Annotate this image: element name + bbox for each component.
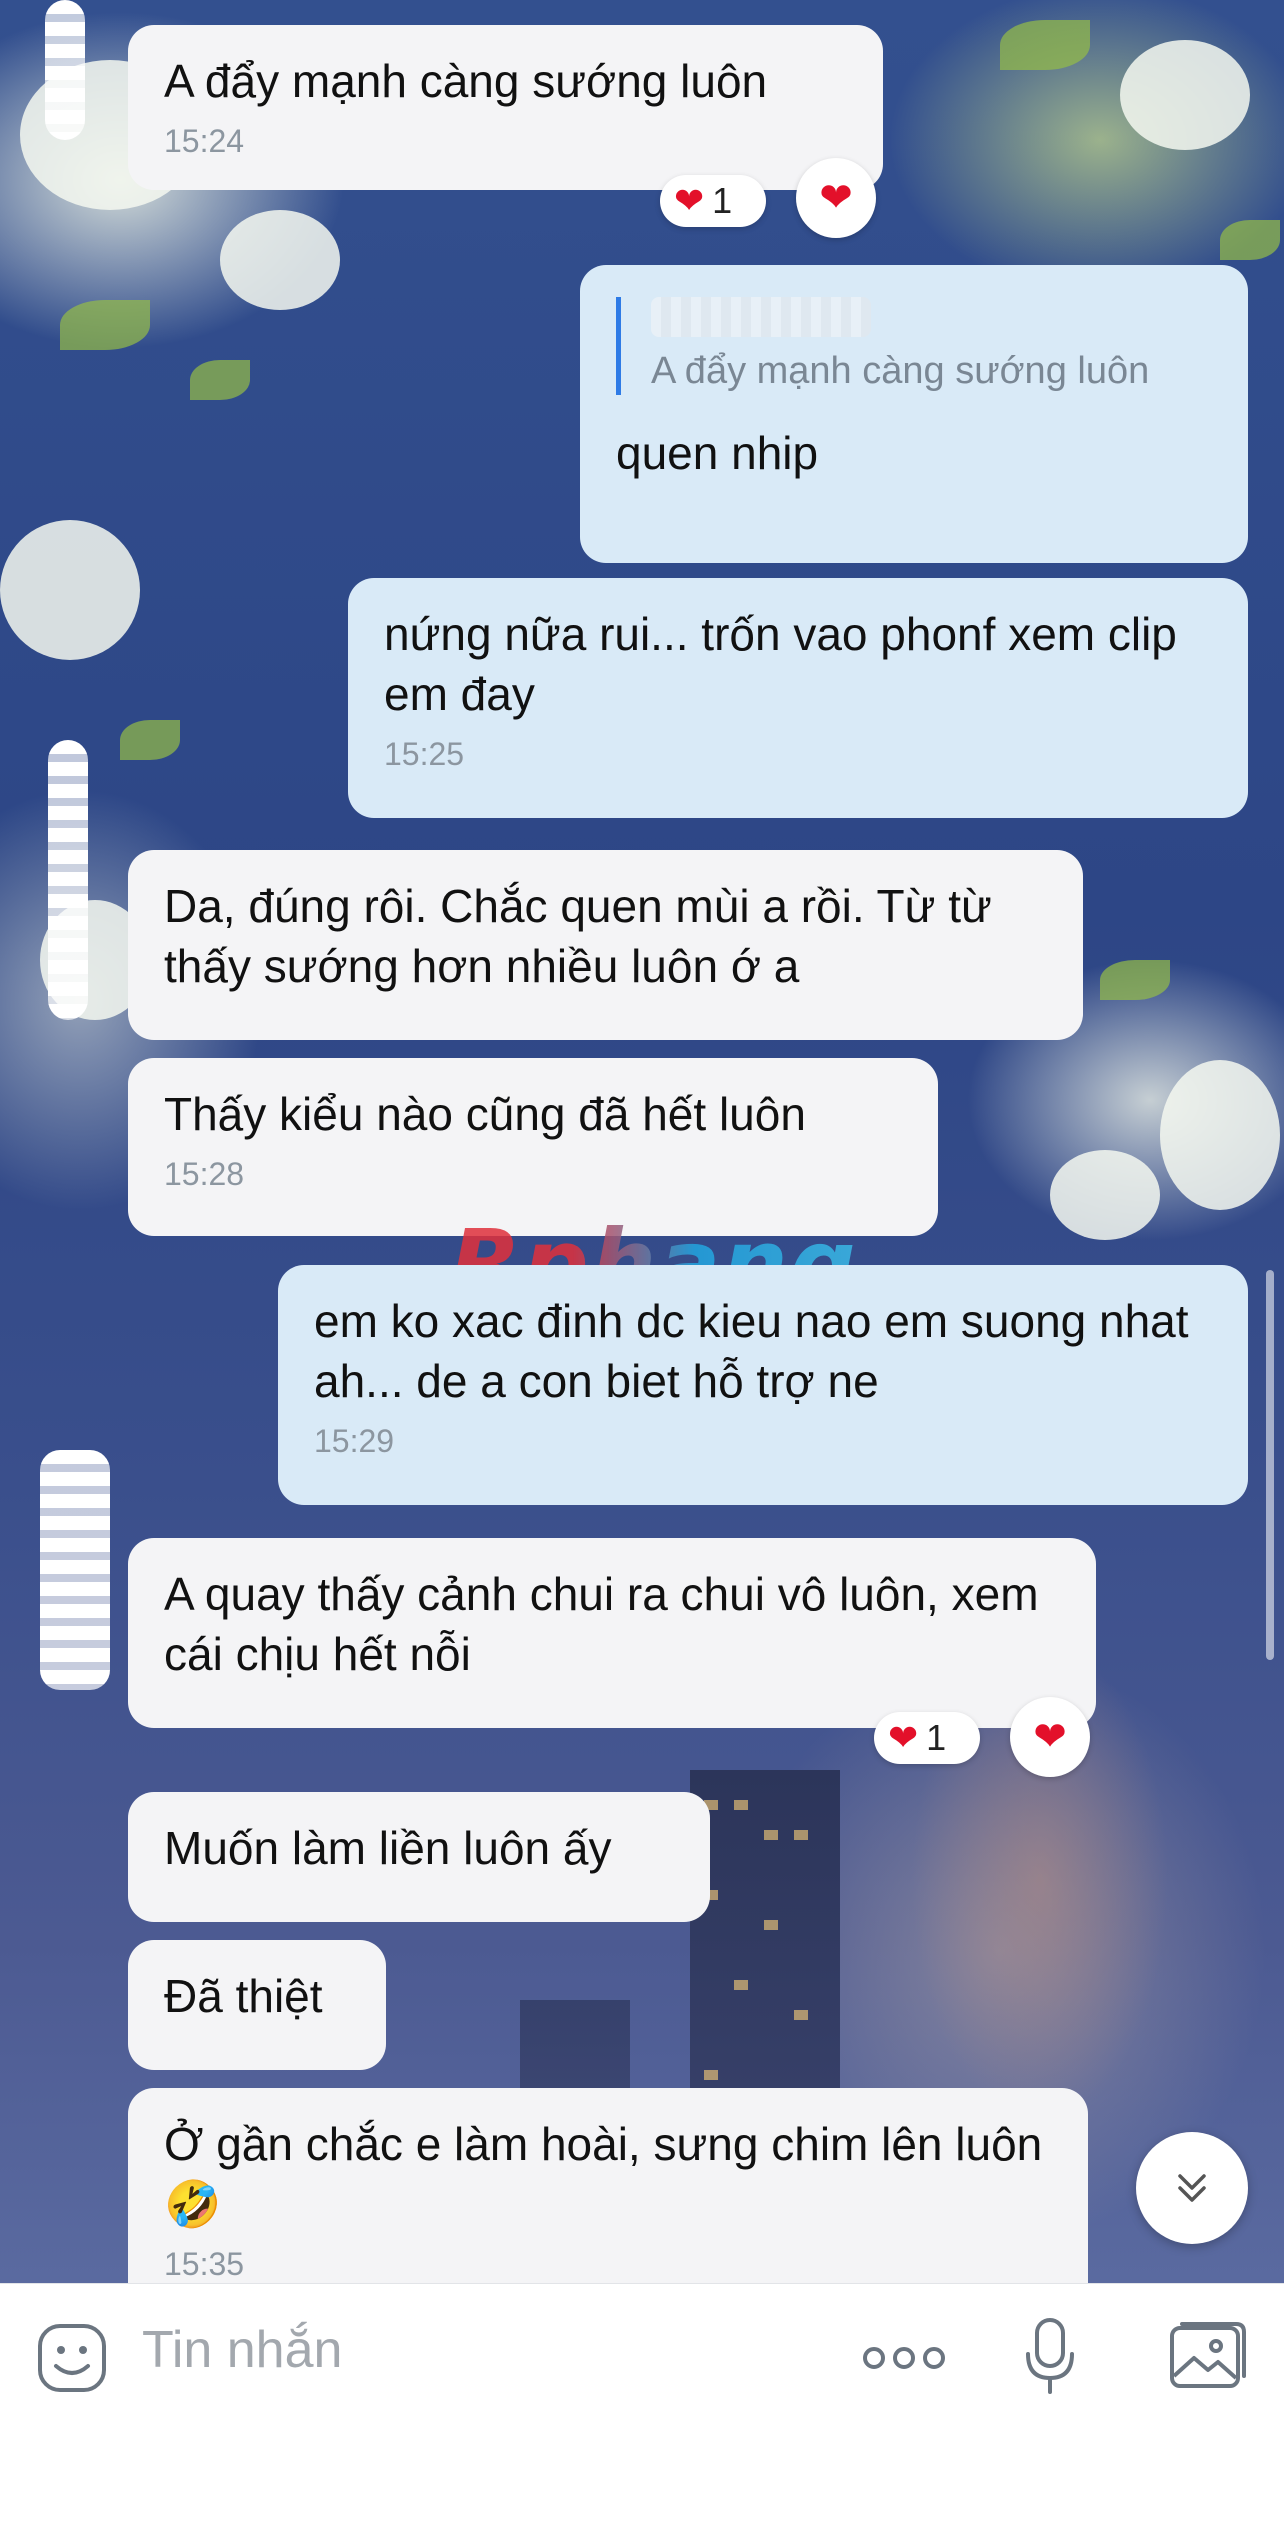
message-bubble-incoming[interactable]: Ở gần chắc e làm hoài, sưng chim lên luô… (128, 2088, 1088, 2283)
scroll-to-bottom-button[interactable] (1136, 2132, 1248, 2244)
message-bubble-incoming[interactable]: Muốn làm liền luôn ấy (128, 1792, 710, 1922)
message-bubble-outgoing[interactable]: nứng nữa rui... trốn vao phonf xem clip … (348, 578, 1248, 818)
message-time: 15:24 (164, 123, 245, 159)
react-button[interactable]: ❤ (796, 158, 876, 238)
more-icon (863, 2347, 945, 2369)
message-time: 15:28 (164, 1156, 245, 1192)
reaction-count-value: 1 (926, 1717, 947, 1758)
message-text: Đã thiệt (164, 1970, 323, 2022)
message-text: A quay thấy cảnh chui ra chui vô luôn, x… (164, 1568, 1039, 1680)
message-text: em ko xac đinh dc kieu nao em suong nhat… (314, 1295, 1189, 1407)
message-text: Ở gần chắc e làm hoài, sưng chim lên luô… (164, 2118, 1043, 2230)
avatar[interactable] (48, 740, 88, 1020)
message-bubble-outgoing[interactable]: A đẩy mạnh càng sướng luôn quen nhip (580, 265, 1248, 563)
react-button[interactable]: ❤ (1010, 1697, 1090, 1777)
message-composer: Tin nhắn (0, 2283, 1284, 2528)
message-bubble-incoming[interactable]: A đẩy mạnh càng sướng luôn 15:24 (128, 25, 883, 190)
reaction-count[interactable]: ❤ 1 (660, 175, 766, 227)
message-text: nứng nữa rui... trốn vao phonf xem clip … (384, 608, 1177, 720)
message-text: A đẩy mạnh càng sướng luôn (164, 55, 768, 107)
message-text: Muốn làm liền luôn ấy (164, 1822, 612, 1874)
message-text: Thấy kiểu nào cũng đã hết luôn (164, 1088, 806, 1140)
message-input[interactable]: Tin nhắn (142, 2320, 342, 2380)
quoted-sender-redacted (651, 297, 871, 337)
message-time: 15:25 (384, 736, 465, 772)
heart-icon: ❤ (888, 1717, 919, 1758)
more-button[interactable] (862, 2340, 946, 2381)
quoted-message[interactable]: A đẩy mạnh càng sướng luôn (616, 297, 1212, 395)
avatar[interactable] (45, 0, 85, 140)
microphone-icon (1026, 2318, 1074, 2394)
message-time: 15:29 (314, 1423, 395, 1459)
sticker-button[interactable] (36, 2322, 108, 2399)
quoted-text: A đẩy mạnh càng sướng luôn (651, 350, 1150, 392)
image-button[interactable] (1168, 2320, 1248, 2397)
message-bubble-incoming[interactable]: A quay thấy cảnh chui ra chui vô luôn, x… (128, 1538, 1096, 1728)
avatar[interactable] (40, 1450, 110, 1690)
heart-icon: ❤ (674, 180, 705, 221)
message-text: Da, đúng rôi. Chắc quen mùi a rồi. Từ từ… (164, 880, 992, 992)
voice-button[interactable] (1024, 2316, 1076, 2401)
sticker-icon (38, 2324, 106, 2392)
message-text: quen nhip (616, 427, 819, 479)
message-time: 15:35 (164, 2246, 245, 2282)
message-bubble-incoming[interactable]: Da, đúng rôi. Chắc quen mùi a rồi. Từ từ… (128, 850, 1083, 1040)
reaction-count-value: 1 (712, 180, 733, 221)
reaction-count[interactable]: ❤ 1 (874, 1712, 980, 1764)
image-icon (1170, 2322, 1246, 2388)
message-bubble-outgoing[interactable]: em ko xac đinh dc kieu nao em suong nhat… (278, 1265, 1248, 1505)
message-bubble-incoming[interactable]: Đã thiệt (128, 1940, 386, 2070)
scrollbar[interactable] (1266, 1270, 1274, 1660)
heart-icon: ❤ (819, 176, 853, 220)
chevron-double-down-icon (1178, 2174, 1206, 2202)
heart-icon: ❤ (1033, 1715, 1067, 1759)
